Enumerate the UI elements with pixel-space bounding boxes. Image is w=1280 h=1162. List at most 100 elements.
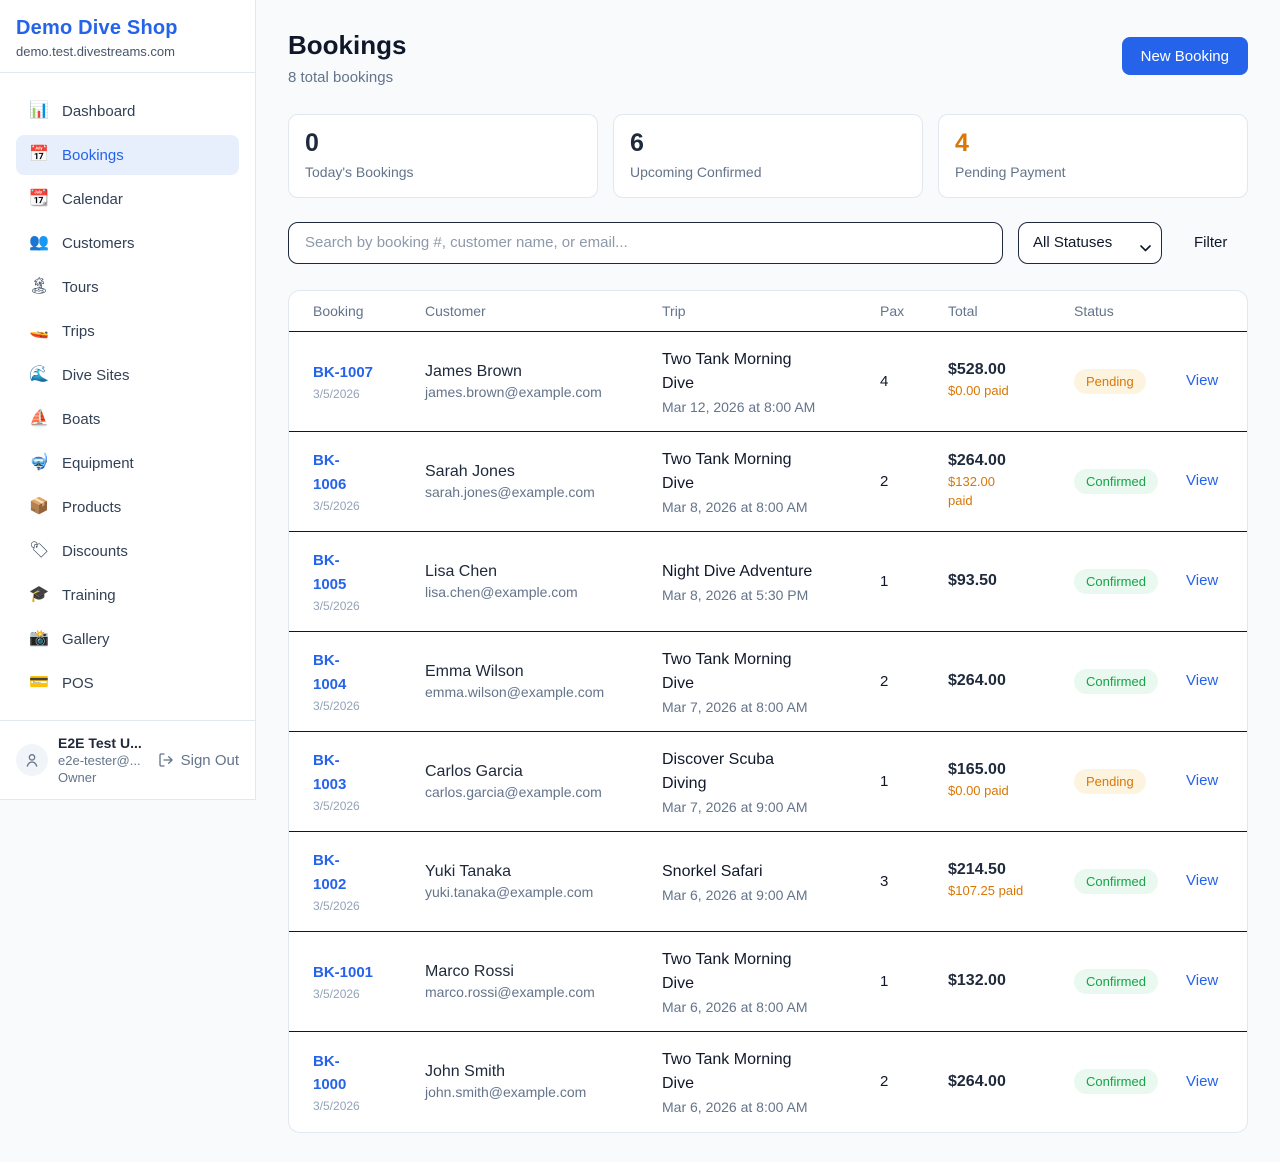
sidebar-nav: 📊Dashboard📅Bookings📆Calendar👥Customers🏝T…: [0, 73, 255, 703]
status-badge: Confirmed: [1074, 469, 1158, 494]
sidebar-item-label: Tours: [62, 279, 99, 296]
view-link[interactable]: View: [1186, 972, 1218, 989]
sidebar-item-label: Boats: [62, 411, 100, 428]
status-badge: Confirmed: [1074, 669, 1158, 694]
sidebar-item-dive-sites[interactable]: 🌊Dive Sites: [16, 355, 239, 395]
status-cell: Confirmed: [1074, 469, 1186, 494]
stat-value: 6: [630, 130, 906, 158]
booking-date: 3/5/2026: [313, 1099, 425, 1113]
user-email: e2e-tester@...: [58, 753, 148, 768]
booking-id-link[interactable]: BK- 1003: [313, 749, 346, 796]
booking-date: 3/5/2026: [313, 499, 425, 513]
sidebar-item-trips[interactable]: 🚤Trips: [16, 311, 239, 351]
sidebar-item-discounts[interactable]: 🏷Discounts: [16, 531, 239, 571]
view-link[interactable]: View: [1186, 672, 1218, 689]
customer-cell: Sarah Jones sarah.jones@example.com: [425, 463, 662, 500]
booking-id-link[interactable]: BK- 1006: [313, 449, 346, 496]
column-header-customer: Customer: [425, 303, 662, 319]
customer-cell: Carlos Garcia carlos.garcia@example.com: [425, 763, 662, 800]
booking-cell: BK- 1004 3/5/2026: [313, 649, 425, 713]
customer-email: marco.rossi@example.com: [425, 984, 662, 1000]
customer-name: John Smith: [425, 1063, 662, 1081]
customers-icon: 👥: [29, 235, 49, 251]
view-link[interactable]: View: [1186, 472, 1218, 489]
customer-name: Marco Rossi: [425, 963, 662, 981]
page-title: Bookings: [288, 30, 406, 61]
customer-cell: Yuki Tanaka yuki.tanaka@example.com: [425, 863, 662, 900]
table-row: BK- 1000 3/5/2026 John Smith john.smith@…: [289, 1032, 1247, 1132]
new-booking-button[interactable]: New Booking: [1122, 37, 1248, 75]
booking-cell: BK- 1005 3/5/2026: [313, 549, 425, 613]
total-cell: $214.50 $107.25 paid: [948, 861, 1074, 901]
sidebar-item-gallery[interactable]: 📸Gallery: [16, 619, 239, 659]
total-cell: $264.00: [948, 672, 1074, 690]
page-header: Bookings 8 total bookings New Booking: [288, 30, 1248, 86]
booking-cell: BK- 1003 3/5/2026: [313, 749, 425, 813]
stat-card-upcoming-confirmed: 6 Upcoming Confirmed: [613, 114, 923, 198]
sidebar-item-boats[interactable]: ⛵Boats: [16, 399, 239, 439]
column-header-trip: Trip: [662, 303, 880, 319]
sidebar-item-label: Gallery: [62, 631, 110, 648]
total-cell: $132.00: [948, 972, 1074, 990]
customer-name: James Brown: [425, 363, 662, 381]
booking-id-link[interactable]: BK-1007: [313, 361, 373, 384]
filter-button[interactable]: Filter: [1194, 234, 1227, 251]
booking-id-link[interactable]: BK- 1000: [313, 1050, 346, 1097]
trip-datetime: Mar 6, 2026 at 8:00 AM: [662, 999, 880, 1015]
booking-id-link[interactable]: BK- 1004: [313, 649, 346, 696]
trip-cell: Two Tank Morning Dive Mar 6, 2026 at 8:0…: [662, 1048, 880, 1115]
trip-datetime: Mar 8, 2026 at 5:30 PM: [662, 587, 880, 603]
status-cell: Confirmed: [1074, 569, 1186, 594]
pax-value: 2: [880, 473, 948, 490]
sidebar-item-equipment[interactable]: 🤿Equipment: [16, 443, 239, 483]
sidebar-item-dashboard[interactable]: 📊Dashboard: [16, 91, 239, 131]
total-cell: $264.00 $132.00 paid: [948, 452, 1074, 511]
booking-id-link[interactable]: BK-1001: [313, 961, 373, 984]
booking-cell: BK-1001 3/5/2026: [313, 961, 425, 1001]
sidebar-item-label: Dashboard: [62, 103, 135, 120]
sidebar-item-pos[interactable]: 💳POS: [16, 663, 239, 703]
search-input[interactable]: [288, 222, 1003, 264]
pax-value: 4: [880, 373, 948, 390]
stats-row: 0 Today's Bookings 6 Upcoming Confirmed …: [288, 114, 1248, 198]
sidebar-item-customers[interactable]: 👥Customers: [16, 223, 239, 263]
products-icon: 📦: [29, 499, 49, 515]
stat-label: Today's Bookings: [305, 164, 581, 180]
total-cell: $264.00: [948, 1073, 1074, 1091]
sign-out-icon: [158, 752, 174, 768]
sidebar-item-tours[interactable]: 🏝Tours: [16, 267, 239, 307]
user-name: E2E Test U...: [58, 735, 148, 751]
table-row: BK- 1006 3/5/2026 Sarah Jones sarah.jone…: [289, 432, 1247, 532]
sidebar: Demo Dive Shop demo.test.divestreams.com…: [0, 0, 256, 800]
total-cell: $165.00 $0.00 paid: [948, 761, 1074, 801]
pos-icon: 💳: [29, 675, 49, 691]
sidebar-item-label: Calendar: [62, 191, 123, 208]
trip-datetime: Mar 7, 2026 at 9:00 AM: [662, 799, 880, 815]
booking-id-link[interactable]: BK- 1002: [313, 849, 346, 896]
sidebar-item-bookings[interactable]: 📅Bookings: [16, 135, 239, 175]
view-link[interactable]: View: [1186, 1073, 1218, 1090]
total-cell: $528.00 $0.00 paid: [948, 361, 1074, 401]
user-role: Owner: [58, 770, 148, 785]
trip-name: Two Tank Morning Dive: [662, 1048, 880, 1096]
booking-id-link[interactable]: BK- 1005: [313, 549, 346, 596]
sidebar-item-training[interactable]: 🎓Training: [16, 575, 239, 615]
page-subtitle: 8 total bookings: [288, 69, 406, 86]
view-link[interactable]: View: [1186, 872, 1218, 889]
sign-out-button[interactable]: Sign Out: [158, 752, 239, 769]
trip-datetime: Mar 7, 2026 at 8:00 AM: [662, 699, 880, 715]
sidebar-item-calendar[interactable]: 📆Calendar: [16, 179, 239, 219]
customer-name: Emma Wilson: [425, 663, 662, 681]
brand-name[interactable]: Demo Dive Shop: [16, 17, 239, 40]
view-link[interactable]: View: [1186, 772, 1218, 789]
view-link[interactable]: View: [1186, 572, 1218, 589]
booking-date: 3/5/2026: [313, 799, 425, 813]
total-amount: $528.00: [948, 361, 1074, 379]
customer-name: Carlos Garcia: [425, 763, 662, 781]
view-link[interactable]: View: [1186, 372, 1218, 389]
customer-cell: Emma Wilson emma.wilson@example.com: [425, 663, 662, 700]
booking-cell: BK- 1006 3/5/2026: [313, 449, 425, 513]
sidebar-item-products[interactable]: 📦Products: [16, 487, 239, 527]
booking-date: 3/5/2026: [313, 899, 425, 913]
status-select[interactable]: All Statuses: [1018, 222, 1162, 264]
